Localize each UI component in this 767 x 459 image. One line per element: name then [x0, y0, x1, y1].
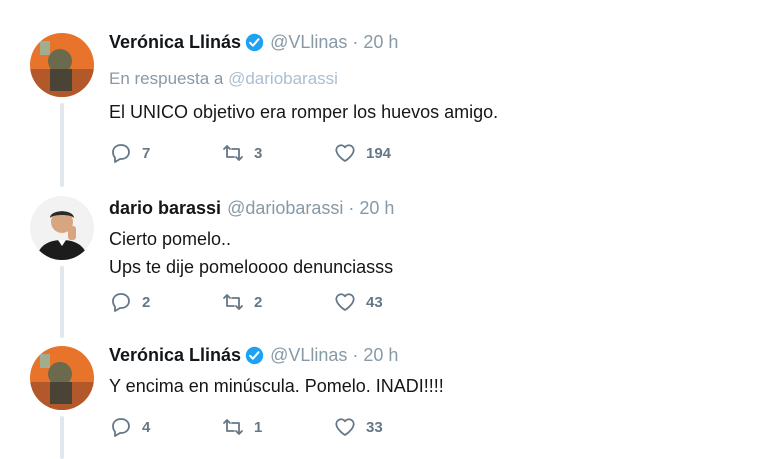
retweet-button[interactable]: 1 — [221, 415, 333, 439]
heart-icon — [335, 144, 355, 162]
retweet-button[interactable]: 2 — [221, 290, 333, 314]
reply-button[interactable]: 4 — [109, 415, 221, 439]
like-button[interactable]: 33 — [333, 415, 445, 439]
like-count: 194 — [366, 144, 392, 162]
tweet-text-line: Ups te dije pomeloooo denunciasss — [109, 257, 394, 277]
retweet-button[interactable]: 3 — [221, 141, 333, 165]
author-handle[interactable]: @dariobarassi — [227, 196, 343, 220]
reply-count: 2 — [142, 293, 151, 311]
tweet-actions: 2 2 43 — [109, 290, 445, 314]
author-name[interactable]: Verónica Llinás — [109, 343, 241, 367]
reply-context: En respuesta a @dariobarassi — [109, 68, 747, 90]
like-button[interactable]: 43 — [333, 290, 445, 314]
tweet-text: Cierto pomelo.. Ups te dije pomeloooo de… — [109, 225, 747, 281]
like-count: 43 — [366, 293, 383, 311]
avatar[interactable] — [30, 196, 94, 260]
verified-badge-icon — [245, 33, 264, 52]
reply-button[interactable]: 7 — [109, 141, 221, 165]
avatar[interactable] — [30, 33, 94, 97]
tweet-header: Verónica Llinás @VLlinas · 20 h — [109, 30, 747, 54]
tweet-time[interactable]: 20 h — [363, 30, 398, 54]
separator-dot: · — [352, 345, 359, 365]
reply-icon — [112, 293, 130, 312]
reply-icon — [112, 144, 130, 163]
separator-dot: · — [348, 198, 355, 218]
author-name[interactable]: dario barassi — [109, 196, 221, 220]
tweet-actions: 7 3 194 — [109, 141, 445, 165]
tweet-text: El UNICO objetivo era romper los huevos … — [109, 98, 747, 126]
tweet-header: dario barassi @dariobarassi · 20 h — [109, 196, 747, 220]
author-handle[interactable]: @VLlinas — [270, 30, 347, 54]
tweet[interactable]: Verónica Llinás @VLlinas · 20 h Y encima… — [0, 337, 767, 459]
reply-count: 4 — [142, 418, 151, 436]
reply-mention-link[interactable]: @dariobarassi — [228, 69, 338, 88]
retweet-count: 3 — [254, 144, 263, 162]
retweet-count: 2 — [254, 293, 263, 311]
author-name[interactable]: Verónica Llinás — [109, 30, 241, 54]
tweet[interactable]: dario barassi @dariobarassi · 20 h Ciert… — [0, 185, 767, 337]
tweet-text-line: El UNICO objetivo era romper los huevos … — [109, 102, 499, 122]
reply-prefix: En respuesta a — [109, 69, 224, 88]
heart-icon — [335, 418, 355, 436]
separator-dot: · — [352, 32, 359, 52]
tweet-text-line: Cierto pomelo.. — [109, 229, 232, 249]
heart-icon — [335, 293, 355, 311]
verified-badge-icon — [245, 346, 264, 365]
tweet-header: Verónica Llinás @VLlinas · 20 h — [109, 343, 747, 367]
author-handle[interactable]: @VLlinas — [270, 343, 347, 367]
tweet-text: Y encima en minúscula. Pomelo. INADI!!!! — [109, 372, 747, 400]
reply-icon — [112, 418, 130, 437]
tweet-time[interactable]: 20 h — [359, 196, 394, 220]
tweet-actions: 4 1 33 — [109, 415, 445, 439]
like-count: 33 — [366, 418, 383, 436]
reply-count: 7 — [142, 144, 151, 162]
retweet-icon — [223, 294, 243, 310]
tweet-text-line: Y encima en minúscula. Pomelo. INADI!!!! — [109, 376, 444, 396]
retweet-icon — [223, 145, 243, 161]
tweet-time[interactable]: 20 h — [363, 343, 398, 367]
reply-button[interactable]: 2 — [109, 290, 221, 314]
tweet[interactable]: Verónica Llinás @VLlinas · 20 h En respu… — [0, 0, 767, 185]
retweet-icon — [223, 419, 243, 435]
like-button[interactable]: 194 — [333, 141, 445, 165]
retweet-count: 1 — [254, 418, 263, 436]
avatar[interactable] — [30, 346, 94, 410]
